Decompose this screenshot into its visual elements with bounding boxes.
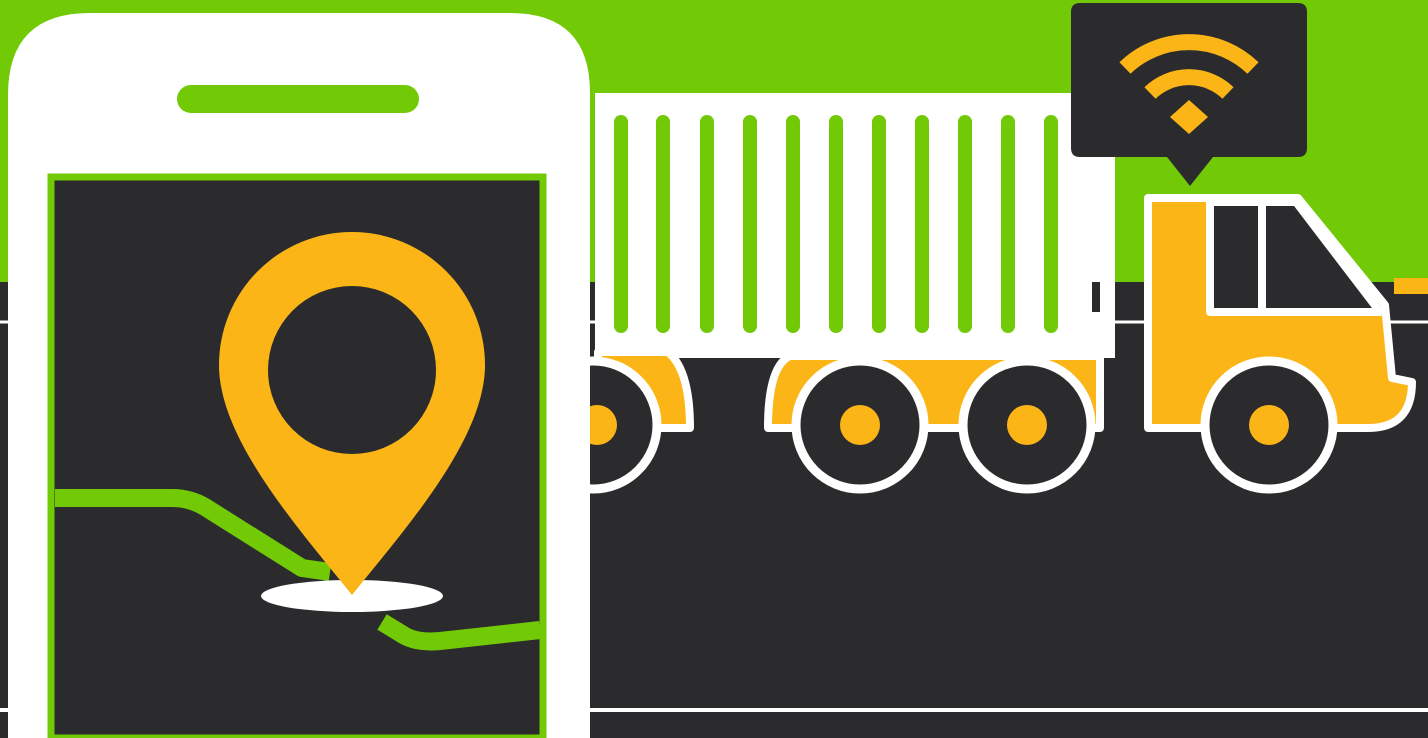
map-pin-hole (268, 286, 436, 454)
gps-truck-tracking-illustration (0, 0, 1428, 738)
trailer-container (595, 93, 1115, 358)
wheel-trailer-1 (791, 356, 929, 494)
smartphone-icon (8, 13, 590, 738)
wheel-cab (1200, 356, 1338, 494)
wheel-trailer-2 (958, 356, 1096, 494)
phone-speaker (177, 85, 419, 113)
